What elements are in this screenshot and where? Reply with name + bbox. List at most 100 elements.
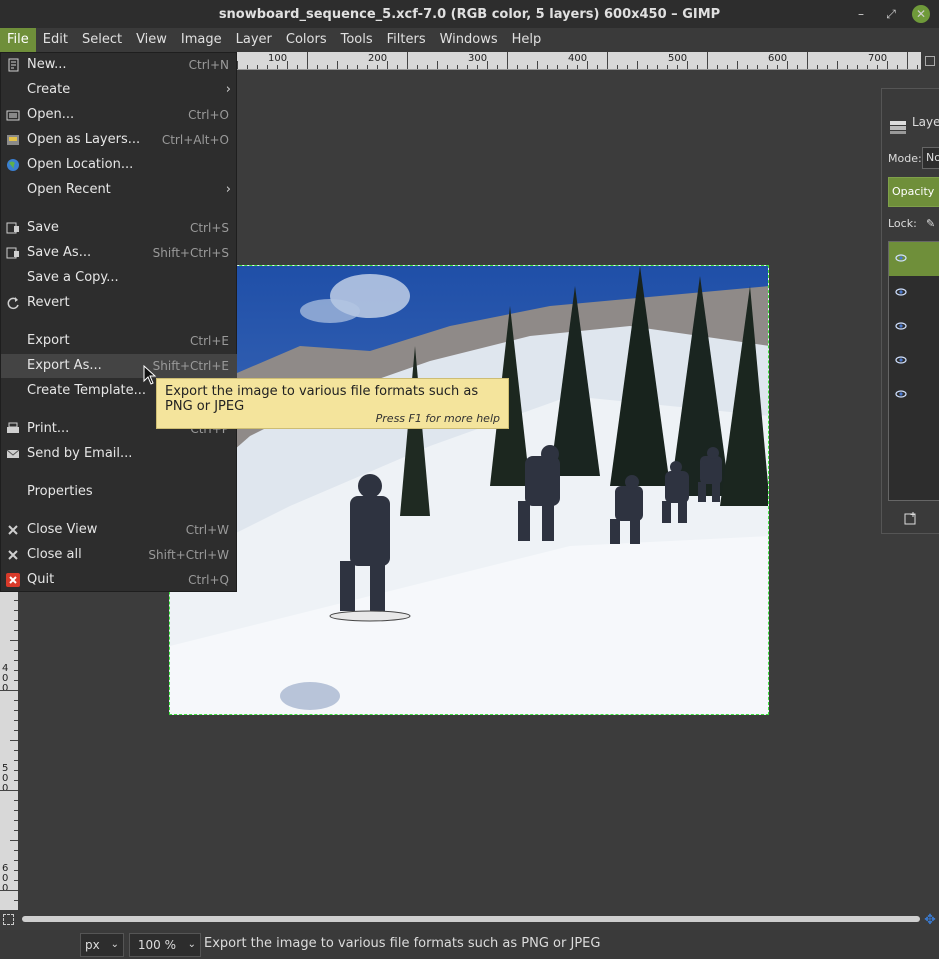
lock-pixels-icon[interactable]: ✎: [926, 217, 935, 230]
ruler-tick: [587, 61, 588, 69]
tooltip: Export the image to various file formats…: [156, 378, 509, 429]
navigate-icon[interactable]: ✥: [922, 912, 938, 928]
ruler-tick: [457, 65, 458, 69]
menu-item-label: Close View: [27, 522, 98, 537]
menu-tools[interactable]: Tools: [334, 28, 380, 52]
menu-item-new[interactable]: New... Ctrl+N: [1, 53, 237, 77]
scrollbar-thumb[interactable]: [22, 916, 920, 922]
menu-filters[interactable]: Filters: [380, 28, 433, 52]
quick-mask-toggle[interactable]: [925, 56, 935, 66]
menu-item-label: Quit: [27, 572, 55, 587]
eye-icon[interactable]: [895, 354, 907, 366]
menu-item-quit[interactable]: Quit Ctrl+Q: [1, 568, 237, 592]
menu-colors[interactable]: Colors: [279, 28, 334, 52]
globe-icon: [7, 159, 19, 171]
ruler-tick: [687, 61, 688, 69]
menu-view[interactable]: View: [129, 28, 174, 52]
menu-item-label: Properties: [27, 484, 93, 499]
menu-item-close-view[interactable]: Close View Ctrl+W: [1, 518, 237, 542]
ruler-label: 600: [768, 53, 788, 64]
ruler-tick: [397, 65, 398, 69]
ruler-tick: [847, 65, 848, 69]
ruler-tick: [10, 640, 18, 641]
ruler-tick: [437, 61, 438, 69]
ruler-tick: [357, 65, 358, 69]
menu-help[interactable]: Help: [505, 28, 549, 52]
tooltip-help-hint: Press F1 for more help: [375, 412, 500, 425]
ruler-tick: [467, 65, 468, 69]
statusbar: px ⌄ 100 % ⌄ Export the image to various…: [0, 930, 939, 959]
ruler-tick: [317, 65, 318, 69]
opacity-slider[interactable]: Opacity: [888, 177, 939, 207]
eye-icon[interactable]: [895, 388, 907, 400]
menu-item-export-as[interactable]: Export As... Shift+Ctrl+E: [1, 354, 237, 378]
menu-item-label: Open Location...: [27, 157, 134, 172]
layers-list: [888, 241, 939, 501]
close-window-button[interactable]: ✕: [912, 5, 930, 23]
eye-icon[interactable]: [895, 286, 907, 298]
tooltip-text: Export the image to various file formats…: [165, 384, 479, 414]
layer-row[interactable]: [889, 378, 939, 412]
menu-item-properties[interactable]: Properties: [1, 480, 237, 504]
ruler-tick: [617, 65, 618, 69]
menu-item-open-recent[interactable]: Open Recent ›: [1, 178, 237, 202]
menu-item-accel: Ctrl+E: [190, 334, 229, 348]
chevron-down-icon: ⌄: [187, 939, 196, 950]
eye-icon[interactable]: [895, 320, 907, 332]
ruler-tick: [757, 65, 758, 69]
unit-dropdown[interactable]: px ⌄: [80, 933, 124, 957]
menu-select[interactable]: Select: [75, 28, 129, 52]
menu-item-export[interactable]: Export Ctrl+E: [1, 329, 237, 353]
selection-toggle-icon[interactable]: [3, 914, 14, 925]
menu-item-send-by-email[interactable]: Send by Email...: [1, 442, 237, 466]
layers-tab-label[interactable]: Layers: [912, 115, 939, 129]
print-icon: [7, 422, 19, 433]
layer-row[interactable]: [889, 310, 939, 344]
menu-item-save[interactable]: Save Ctrl+S: [1, 216, 237, 240]
menu-item-close-all[interactable]: Close all Shift+Ctrl+W: [1, 543, 237, 567]
image-canvas[interactable]: [169, 265, 769, 715]
menu-item-open[interactable]: Open... Ctrl+O: [1, 103, 237, 127]
layer-row[interactable]: [889, 276, 939, 310]
layer-row[interactable]: [889, 344, 939, 378]
menu-file[interactable]: File: [0, 28, 36, 52]
ruler-tick: [427, 65, 428, 69]
menu-item-save-as[interactable]: Save As... Shift+Ctrl+S: [1, 241, 237, 265]
menu-item-open-as-layers[interactable]: Open as Layers... Ctrl+Alt+O: [1, 128, 237, 152]
minimize-button[interactable]: –: [852, 5, 870, 23]
new-layer-icon[interactable]: [904, 511, 918, 525]
open-icon: [6, 110, 20, 121]
menu-edit[interactable]: Edit: [36, 28, 75, 52]
mode-dropdown[interactable]: Normal: [922, 147, 939, 169]
menu-image[interactable]: Image: [174, 28, 229, 52]
ruler-tick: [237, 61, 238, 69]
menu-windows[interactable]: Windows: [433, 28, 505, 52]
ruler-tick: [827, 65, 828, 69]
horizontal-ruler[interactable]: 100 200 300 400 500 600 700: [237, 52, 921, 70]
menu-item-revert[interactable]: Revert: [1, 291, 237, 315]
menu-item-save-a-copy[interactable]: Save a Copy...: [1, 266, 237, 290]
horizontal-scrollbar[interactable]: [18, 910, 921, 930]
ruler-tick: [337, 61, 338, 69]
ruler-tick: [877, 65, 878, 69]
ruler-tick: [387, 61, 388, 69]
quit-icon: [6, 573, 20, 587]
ruler-tick: [867, 65, 868, 69]
maximize-button[interactable]: ⤢: [882, 5, 900, 23]
vertical-ruler[interactable]: 400 500 600: [0, 590, 18, 910]
menu-layer[interactable]: Layer: [229, 28, 279, 52]
menu-item-create[interactable]: Create ›: [1, 78, 237, 102]
eye-icon[interactable]: [895, 252, 907, 264]
menu-item-open-location[interactable]: Open Location...: [1, 153, 237, 177]
ruler-tick: [817, 65, 818, 69]
menu-item-label: Create: [27, 82, 71, 97]
menu-item-accel: Ctrl+S: [189, 221, 229, 235]
menu-item-label: Print...: [27, 421, 70, 436]
layer-row[interactable]: [889, 242, 939, 276]
zoom-dropdown[interactable]: 100 % ⌄: [129, 933, 201, 957]
ruler-tick: [857, 65, 858, 69]
ruler-tick: [537, 61, 538, 69]
ruler-tick: [717, 65, 718, 69]
ruler-tick: [277, 65, 278, 69]
close-all-icon: [8, 550, 18, 560]
